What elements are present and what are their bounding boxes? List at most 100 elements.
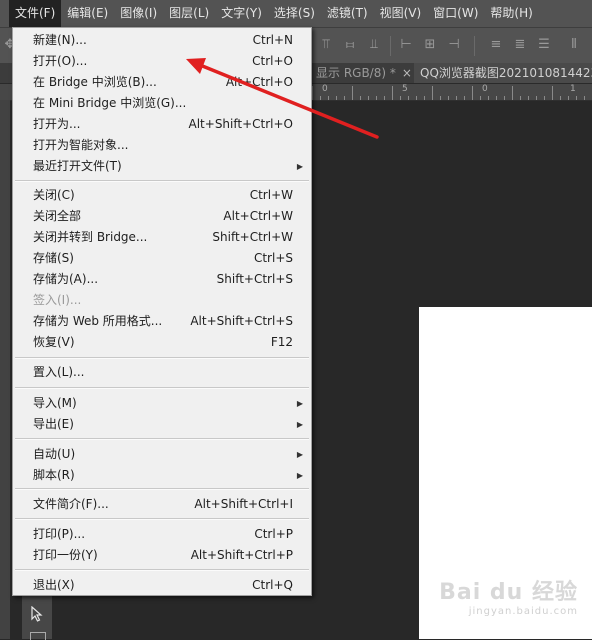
menu-item-shortcut: Alt+Ctrl+O [225, 75, 293, 89]
ruler-tick [576, 96, 577, 100]
ruler-tick [512, 86, 513, 100]
file-menu-item[interactable]: 关闭全部 Alt+Ctrl+W [13, 206, 311, 227]
file-menu-item[interactable]: 恢复(V) F12 [13, 332, 311, 353]
menu-select[interactable]: 选择(S) [268, 0, 321, 27]
baidu-watermark: Bai du 经验 jingyan.baidu.com [439, 580, 578, 617]
menu-view[interactable]: 视图(V) [374, 0, 428, 27]
menu-item-shortcut: Shift+Ctrl+S [216, 272, 293, 286]
ruler-tick [488, 96, 489, 100]
menu-separator [15, 387, 309, 389]
menu-item-label: 在 Mini Bridge 中浏览(G)... [33, 96, 187, 110]
file-menu-item[interactable]: 存储为(A)... Shift+Ctrl+S [13, 269, 311, 290]
menu-item-label: 关闭并转到 Bridge... [33, 230, 148, 244]
distribute-left-icon[interactable]: ⫴ [566, 37, 582, 53]
menu-help[interactable]: 帮助(H) [484, 0, 538, 27]
menu-separator [15, 357, 309, 359]
file-menu-item[interactable]: 置入(L)... [13, 362, 311, 383]
file-menu-item[interactable]: 脚本(R) ▶ [13, 465, 311, 486]
distribute-bottom-icon[interactable]: ☰ [536, 37, 552, 53]
menu-layer[interactable]: 图层(L) [163, 0, 215, 27]
file-menu-item[interactable]: 关闭(C) Ctrl+W [13, 185, 311, 206]
file-menu-item[interactable]: 打开为智能对象... [13, 135, 311, 156]
menu-item-label: 恢复(V) [33, 335, 75, 349]
document-tab-active[interactable]: QQ浏览器截图2021010814423 [414, 63, 592, 83]
menu-file[interactable]: 文件(F) [9, 0, 62, 27]
menu-bar: 文件(F) 编辑(E) 图像(I) 图层(L) 文字(Y) 选择(S) 滤镜(T… [0, 0, 592, 27]
file-menu-item[interactable]: 关闭并转到 Bridge... Shift+Ctrl+W [13, 227, 311, 248]
file-menu-item[interactable]: 自动(U) ▶ [13, 444, 311, 465]
menu-window[interactable]: 窗口(W) [427, 0, 484, 27]
menu-item-label: 退出(X) [33, 578, 75, 592]
file-menu-item[interactable]: 文件简介(F)... Alt+Shift+Ctrl+I [13, 494, 311, 515]
file-menu-item[interactable]: 打开为... Alt+Shift+Ctrl+O [13, 114, 311, 135]
align-bottom-icon[interactable]: ⫫ [366, 37, 382, 53]
ruler-label: 1 [570, 84, 576, 94]
menu-item-label: 导出(E) [33, 417, 74, 431]
ruler-tick [312, 86, 313, 100]
menu-item-label: 打开为智能对象... [33, 138, 129, 152]
menu-separator [15, 488, 309, 490]
document-tab[interactable]: 显示 RGB/8) * × [310, 63, 426, 83]
menu-item-label: 脚本(R) [33, 468, 75, 482]
menu-item-label: 打开(O)... [33, 54, 88, 68]
menu-separator [15, 569, 309, 571]
close-icon[interactable]: × [402, 66, 412, 80]
file-menu-item[interactable]: 存储(S) Ctrl+S [13, 248, 311, 269]
menu-item-label: 文件简介(F)... [33, 497, 109, 511]
align-vcenter-icon[interactable]: ⧦ [342, 37, 358, 53]
document-canvas[interactable]: Bai du 经验 jingyan.baidu.com [419, 307, 592, 639]
toolbar-divider [390, 36, 391, 56]
file-menu-item[interactable]: 新建(N)... Ctrl+N [13, 30, 311, 51]
menu-item-label: 关闭全部 [33, 209, 82, 223]
menu-edit[interactable]: 编辑(E) [61, 0, 114, 27]
menu-item-shortcut: Ctrl+O [252, 54, 293, 68]
ruler-tick [320, 96, 321, 100]
align-top-icon[interactable]: ⫪ [318, 37, 334, 53]
file-menu-item[interactable]: 退出(X) Ctrl+Q [13, 575, 311, 596]
ruler-tick [392, 86, 393, 100]
ruler-tick [384, 96, 385, 100]
file-menu-item[interactable]: 存储为 Web 所用格式... Alt+Shift+Ctrl+S [13, 311, 311, 332]
file-menu-item[interactable]: 在 Bridge 中浏览(B)... Alt+Ctrl+O [13, 72, 311, 93]
menu-item-shortcut: Ctrl+S [253, 251, 293, 265]
tools-panel-edge [0, 100, 10, 639]
menu-item-shortcut: Alt+Shift+Ctrl+S [190, 314, 293, 328]
submenu-arrow-icon: ▶ [296, 471, 303, 480]
ruler-label: 5 [402, 84, 408, 94]
menu-item-label: 导入(M) [33, 396, 77, 410]
submenu-arrow-icon: ▶ [296, 162, 303, 171]
file-menu-item[interactable]: 打印一份(Y) Alt+Shift+Ctrl+P [13, 545, 311, 566]
file-menu-item[interactable]: 打印(P)... Ctrl+P [13, 524, 311, 545]
menu-item-label: 在 Bridge 中浏览(B)... [33, 75, 157, 89]
distribute-top-icon[interactable]: ≡ [488, 37, 504, 53]
menu-item-label: 置入(L)... [33, 365, 85, 379]
file-menu-item[interactable]: 导出(E) ▶ [13, 414, 311, 435]
ruler-tick [568, 96, 569, 100]
file-menu-item[interactable]: 在 Mini Bridge 中浏览(G)... [13, 93, 311, 114]
file-menu-dropdown: 新建(N)... Ctrl+N 打开(O)... Ctrl+O 在 Bridge 中浏览… [12, 27, 312, 596]
ruler-tick [536, 96, 537, 100]
ruler-tick [432, 86, 433, 100]
menu-type[interactable]: 文字(Y) [215, 0, 268, 27]
align-left-icon[interactable]: ⊢ [398, 37, 414, 53]
ruler-label: 0 [322, 84, 328, 94]
ruler-tick [472, 86, 473, 100]
ruler-tick [440, 96, 441, 100]
align-hcenter-icon[interactable]: ⊞ [422, 37, 438, 53]
menu-item-label: 存储(S) [33, 251, 74, 265]
menu-image[interactable]: 图像(I) [114, 0, 163, 27]
ruler-tick [336, 96, 337, 100]
ruler-tick [360, 96, 361, 100]
move-arrow-tool-icon[interactable] [30, 606, 44, 622]
menu-filter[interactable]: 滤镜(T) [321, 0, 374, 27]
file-menu-item[interactable]: 打开(O)... Ctrl+O [13, 51, 311, 72]
tab-title: 显示 RGB/8) * [316, 66, 396, 80]
ruler-tick [408, 96, 409, 100]
file-menu-item[interactable]: 最近打开文件(T) ▶ [13, 156, 311, 177]
file-menu-item[interactable]: 导入(M) ▶ [13, 393, 311, 414]
align-right-icon[interactable]: ⊣ [446, 37, 462, 53]
distribute-vcenter-icon[interactable]: ≣ [512, 37, 528, 53]
ruler-tick [328, 96, 329, 100]
menu-item-shortcut: Alt+Shift+Ctrl+O [188, 117, 293, 131]
menu-item-label: 最近打开文件(T) [33, 159, 122, 173]
